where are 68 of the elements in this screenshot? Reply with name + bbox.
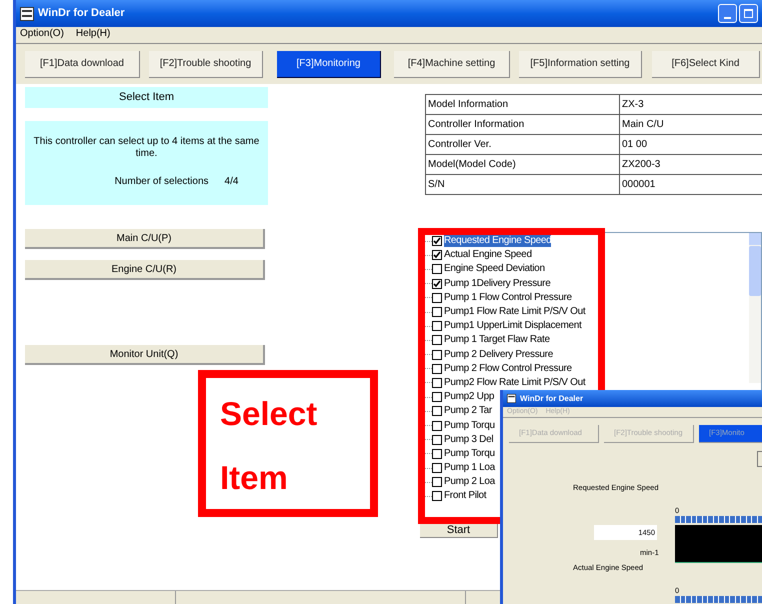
checkbox[interactable]	[432, 392, 442, 402]
checkbox[interactable]	[432, 321, 442, 332]
table-cell: ZX-3	[620, 94, 762, 114]
item-label[interactable]: Pump 1Delivery Pressure	[444, 278, 550, 290]
table-cell: S/N	[426, 174, 620, 194]
table-cell: Model(Model Code)	[426, 154, 620, 174]
count-value: 4/4	[224, 175, 238, 189]
app-icon	[507, 394, 516, 403]
checkbox[interactable]	[432, 448, 442, 459]
info-text: This controller can select up to 4 items at the same time.	[32, 136, 260, 160]
item-label[interactable]: Pump 2 Tar	[444, 405, 492, 418]
panel-heading: Select Item	[25, 87, 268, 108]
item-label[interactable]: Pump 1 Target Flaw Rate	[444, 334, 550, 346]
table-cell: Controller Ver.	[426, 134, 620, 154]
checkbox[interactable]	[432, 236, 442, 246]
checkbox[interactable]	[432, 278, 442, 289]
menu-item[interactable]: Help(H)	[76, 26, 110, 41]
checkbox[interactable]	[432, 364, 442, 374]
checkbox[interactable]	[432, 292, 442, 303]
tab[interactable]: [F4]Machine setting	[394, 50, 510, 78]
item-label[interactable]: Engine Speed Deviation	[444, 263, 545, 276]
menu-item[interactable]: Option(O)	[20, 26, 64, 41]
minimize-button[interactable]	[718, 4, 737, 23]
item-label[interactable]: Pump 1 Loa	[444, 462, 495, 474]
tab[interactable]: [F5]Information setting	[519, 50, 642, 78]
item-label[interactable]: Pump 2 Loa	[444, 476, 495, 488]
item-label[interactable]: Pump2 Flow Rate Limit P/S/V Out	[444, 376, 586, 389]
item-label[interactable]: Pump 2 Flow Control Pressure	[444, 362, 572, 375]
scrollbar[interactable]	[749, 233, 761, 383]
tab[interactable]: [F6]Select Kind	[652, 50, 760, 78]
checkbox[interactable]	[432, 406, 442, 416]
item-label[interactable]: Pump Torqu	[444, 420, 495, 432]
annotation-text: Select	[220, 394, 318, 434]
item-label[interactable]: Pump 3 Del	[444, 434, 494, 446]
tab[interactable]: [F1]Data download	[25, 50, 140, 78]
checkbox[interactable]	[432, 463, 442, 474]
annotation-text: Item	[220, 458, 289, 498]
app-icon	[20, 6, 34, 20]
item-label[interactable]: Pump Torqu	[444, 448, 495, 460]
controller-button[interactable]: Engine C/U(R)	[25, 260, 265, 280]
maximize-button[interactable]	[739, 4, 758, 23]
checkbox[interactable]	[432, 250, 442, 260]
checkbox[interactable]	[432, 335, 442, 346]
item-label[interactable]: Pump 2 Delivery Pressure	[444, 348, 553, 361]
checkbox[interactable]	[432, 477, 442, 488]
window-title: WinDr for Dealer	[38, 6, 125, 22]
item-label[interactable]: Pump1 Flow Rate Limit P/S/V Out	[444, 306, 586, 318]
checkbox[interactable]	[432, 420, 442, 431]
checkbox[interactable]	[432, 350, 442, 360]
controller-button[interactable]: Monitor Unit(Q)	[25, 345, 265, 365]
item-label[interactable]: Requested Engine Speed	[444, 235, 552, 248]
count-label: Number of selections	[114, 175, 209, 189]
item-label[interactable]: Pump 1 Flow Control Pressure	[444, 292, 572, 304]
table-cell: Controller Information	[426, 114, 620, 134]
tab[interactable]: [F3]Monitoring	[277, 50, 381, 78]
item-label[interactable]: Actual Engine Speed	[444, 249, 532, 262]
item-label[interactable]: Pump2 Upp	[444, 391, 494, 404]
tab[interactable]: [F2]Trouble shooting	[149, 50, 263, 78]
table-cell: Model Information	[426, 94, 620, 114]
checkbox[interactable]	[432, 264, 442, 274]
window-title: WinDr for Dealer	[520, 392, 584, 404]
checkbox[interactable]	[432, 491, 442, 502]
item-label[interactable]: Front Pilot	[444, 490, 486, 502]
item-label[interactable]: Pump1 UpperLimit Displacement	[444, 320, 582, 332]
checkbox[interactable]	[432, 378, 442, 388]
checkbox[interactable]	[432, 434, 442, 445]
controller-button[interactable]: Main C/U(P)	[25, 229, 265, 249]
checkbox[interactable]	[432, 307, 442, 318]
